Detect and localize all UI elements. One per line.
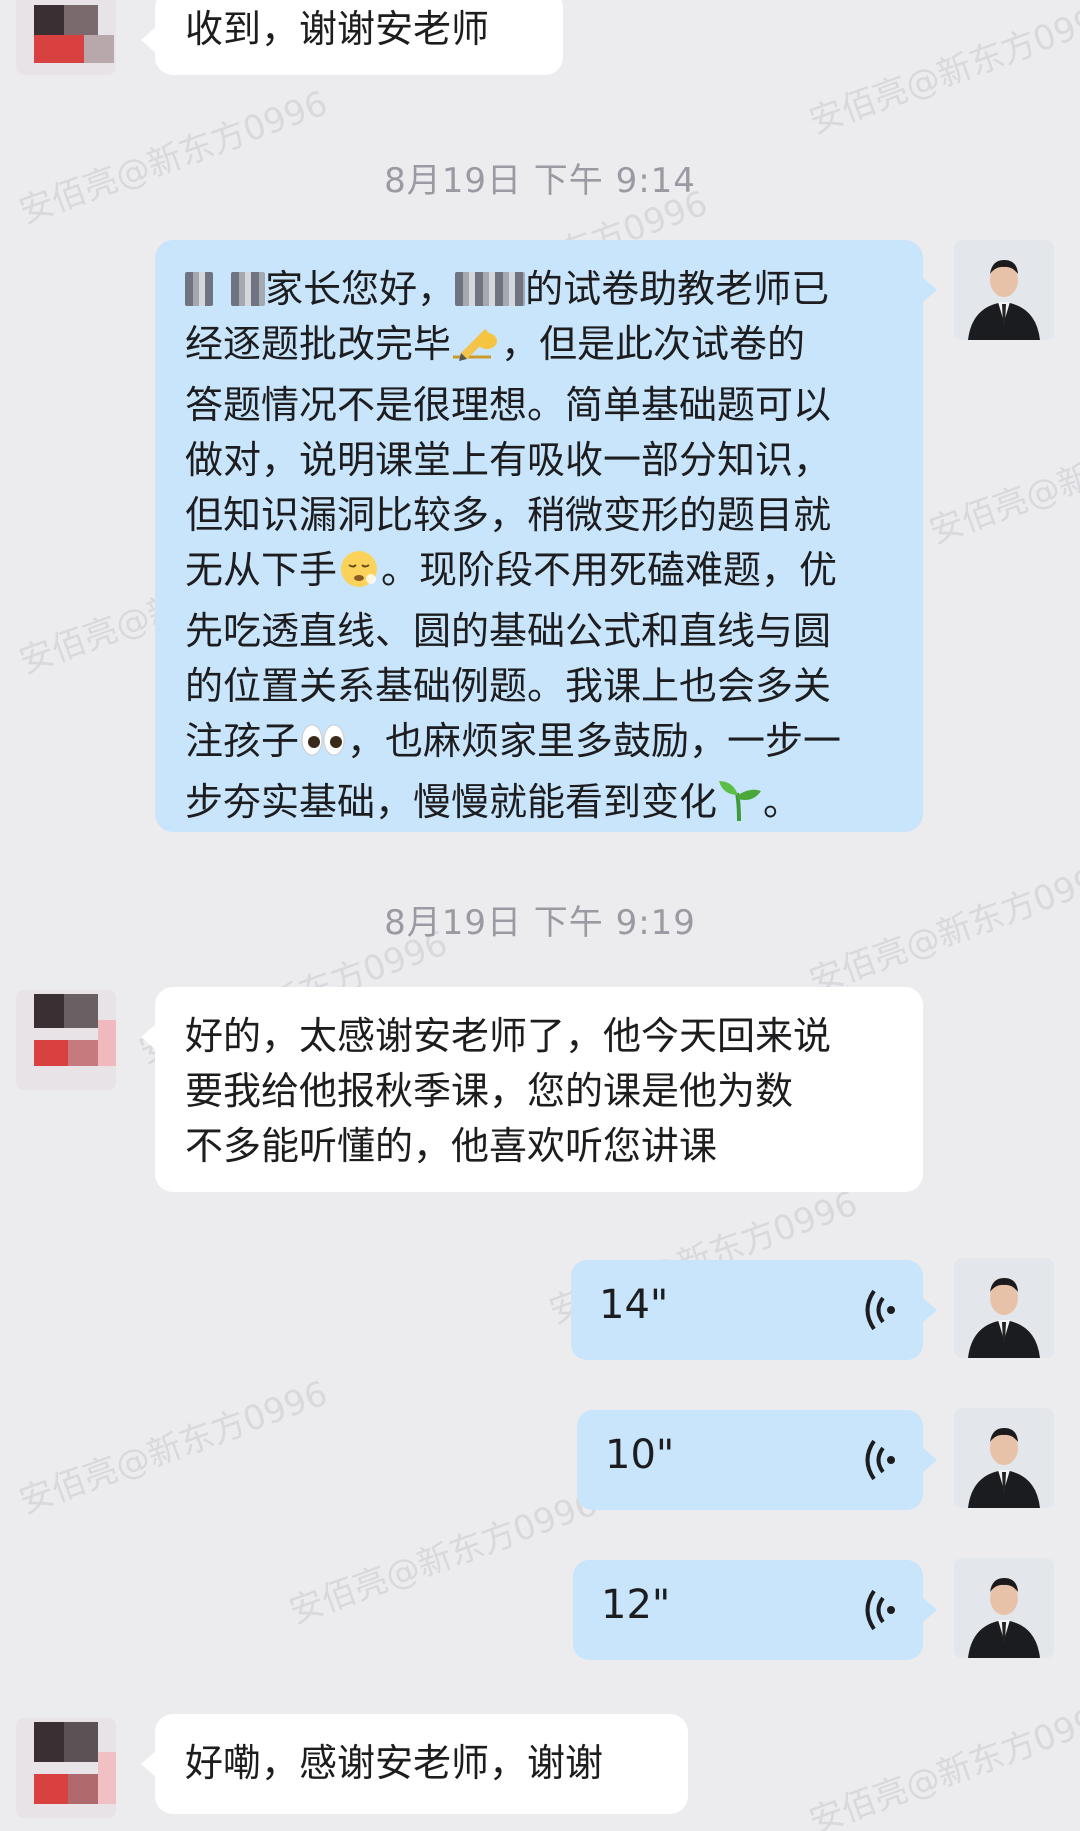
chat-screen: 安佰亮@新东方0996 安佰亮@新东方0996 安佰亮@新东方0996 安佰亮@… <box>0 0 1080 1831</box>
voice-message-3[interactable]: 12" <box>573 1560 937 1660</box>
voice-duration: 12" <box>601 1582 671 1628</box>
message-line: 家长您好， 的试卷助教老师已 <box>185 262 893 317</box>
message-bubble-parent-1[interactable]: 收到，谢谢安老师 <box>141 0 563 75</box>
voice-message-1[interactable]: 14" <box>571 1260 937 1360</box>
voice-duration: 14" <box>599 1282 669 1328</box>
voice-wave-icon <box>865 1289 895 1331</box>
message-line: 但知识漏洞比较多，稍微变形的题目就 <box>185 493 832 537</box>
pensive-face-emoji <box>337 549 381 604</box>
watermark: 安佰亮@新东方0996 <box>14 1373 333 1523</box>
message-text: 。现阶段不用死磕难题，优 <box>381 548 838 592</box>
message-line: 好的，太感谢安老师了，他今天回来说 <box>185 1014 832 1058</box>
seedling-emoji <box>717 777 763 836</box>
message-line: 经逐题批改完毕 ，但是此次试卷的 <box>185 317 893 378</box>
message-bubble-parent-2[interactable]: 好的，太感谢安老师了，他今天回来说 要我给他报秋季课，您的课是他为数 不多能听懂… <box>141 987 923 1192</box>
message-line: 要我给他报秋季课，您的课是他为数 <box>185 1069 794 1113</box>
watermark: 安佰亮@新东方0996 <box>804 1693 1080 1831</box>
message-text: 经逐题批改完毕 <box>185 322 452 366</box>
message-text: 收到，谢谢安老师 <box>185 7 490 51</box>
teacher-avatar[interactable] <box>954 1558 1054 1658</box>
message-bubble-teacher-1[interactable]: 家长您好， 的试卷助教老师已 经逐题批改完毕 ，但是此次试卷的 答题情况不是很理想。… <box>155 240 937 832</box>
message-bubble-parent-3[interactable]: 好嘞，感谢安老师，谢谢 <box>141 1714 688 1814</box>
voice-wave-icon <box>865 1589 895 1631</box>
eyes-emoji <box>299 720 347 775</box>
message-line: 注孩子 ，也麻烦家里多鼓励，一步一 <box>185 714 893 775</box>
message-line: 答题情况不是很理想。简单基础题可以 <box>185 383 832 427</box>
watermark: 安佰亮@新东方0996 <box>924 403 1080 553</box>
redacted-name <box>231 272 266 306</box>
watermark: 安佰亮@新东方0996 <box>284 1483 603 1633</box>
writing-hand-emoji <box>451 323 501 378</box>
message-text: ，但是此次试卷的 <box>501 322 806 366</box>
message-text: 步夯实基础，慢慢就能看到变化 <box>185 780 718 824</box>
redacted-name <box>185 272 213 306</box>
timestamp: 8月19日 下午 9:19 <box>384 903 696 943</box>
watermark: 安佰亮@新东方0996 <box>804 0 1080 143</box>
teacher-avatar[interactable] <box>954 1258 1054 1358</box>
message-text: 的试卷助教老师已 <box>525 267 830 311</box>
teacher-avatar-icon <box>954 1558 1054 1658</box>
teacher-avatar-icon <box>954 1258 1054 1358</box>
message-text: 家长您好， <box>265 267 456 311</box>
timestamp: 8月19日 下午 9:14 <box>384 161 696 201</box>
message-line: 步夯实基础，慢慢就能看到变化 。 <box>185 775 893 836</box>
parent-avatar[interactable] <box>16 990 116 1090</box>
message-text: 无从下手 <box>185 548 338 592</box>
message-text: 好嘞，感谢安老师，谢谢 <box>185 1741 604 1785</box>
parent-avatar[interactable] <box>16 1718 116 1818</box>
message-line: 无从下手 。现阶段不用死磕难题，优 <box>185 543 893 604</box>
message-line: 先吃透直线、圆的基础公式和直线与圆 <box>185 609 832 653</box>
message-line: 做对，说明课堂上有吸收一部分知识， <box>185 438 832 482</box>
message-line: 的位置关系基础例题。我课上也会多关 <box>185 664 832 708</box>
redacted-name <box>455 272 526 306</box>
teacher-avatar[interactable] <box>954 240 1054 340</box>
message-text: 注孩子 <box>185 719 300 763</box>
teacher-avatar[interactable] <box>954 1408 1054 1508</box>
message-line: 不多能听懂的，他喜欢听您讲课 <box>185 1124 718 1168</box>
teacher-avatar-icon <box>954 240 1054 340</box>
message-text: 。 <box>763 780 802 824</box>
parent-avatar[interactable] <box>16 0 116 75</box>
teacher-avatar-icon <box>954 1408 1054 1508</box>
message-text: ，也麻烦家里多鼓励，一步一 <box>347 719 842 763</box>
voice-message-2[interactable]: 10" <box>577 1410 937 1510</box>
voice-duration: 10" <box>605 1432 675 1478</box>
voice-wave-icon <box>865 1439 895 1481</box>
